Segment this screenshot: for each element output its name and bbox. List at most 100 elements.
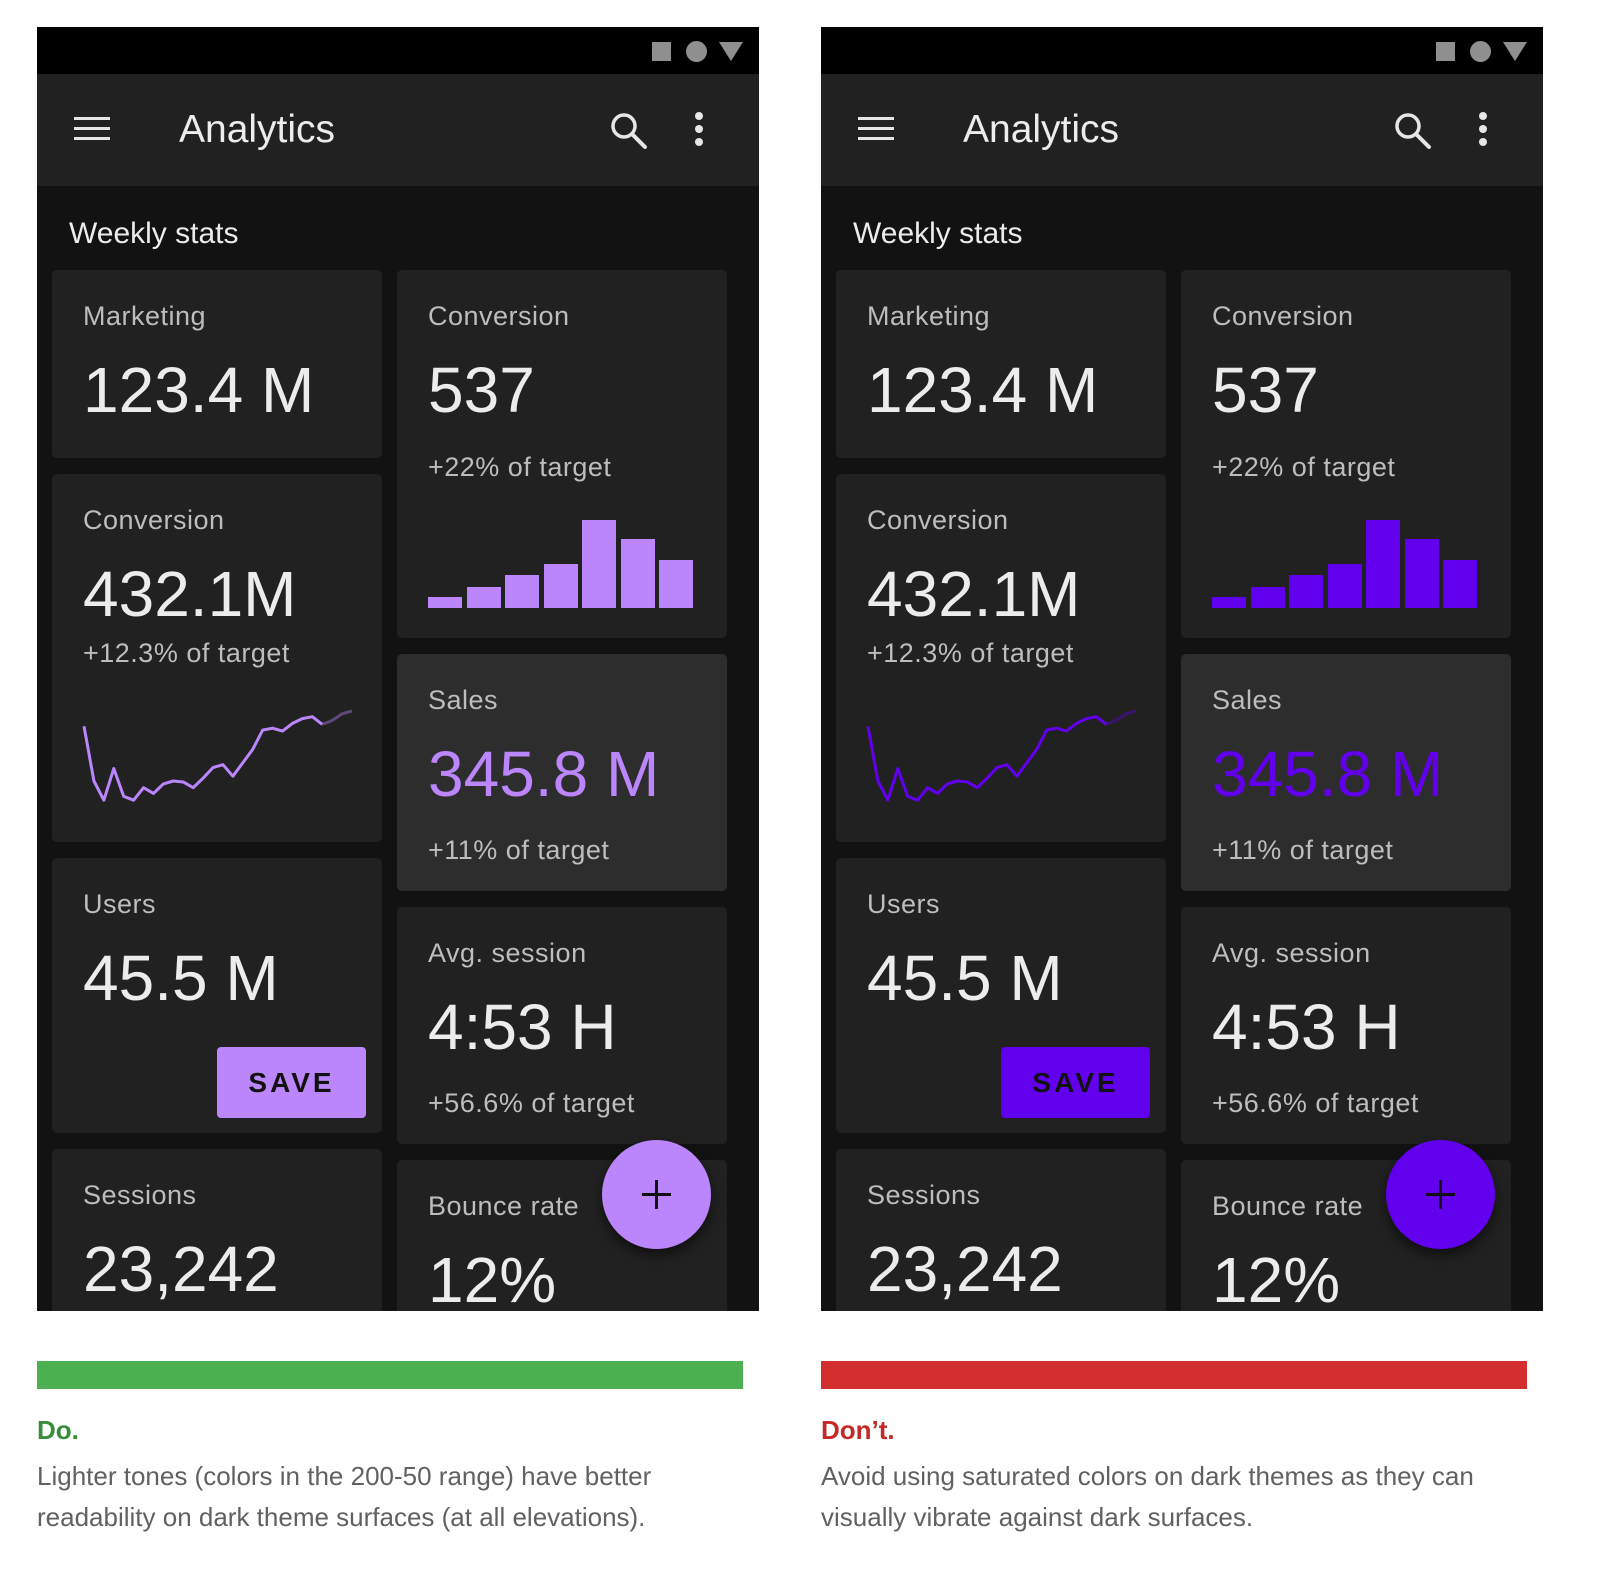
card-label: Marketing xyxy=(83,301,207,331)
card-label: Bounce rate xyxy=(428,1191,580,1221)
status-bar xyxy=(821,27,1543,74)
users-card[interactable]: Users 45.5 M SAVE xyxy=(52,858,382,1133)
conversion-card-small[interactable]: Conversion 537 +22% of target xyxy=(397,270,727,638)
mini-bar xyxy=(1289,575,1323,608)
card-value: 12% xyxy=(1212,1244,1341,1311)
card-label: Sales xyxy=(1212,685,1283,715)
mini-bar xyxy=(428,596,462,608)
recents-icon xyxy=(652,42,671,61)
users-card[interactable]: Users 45.5 M SAVE xyxy=(836,858,1166,1133)
card-value: 4:53 H xyxy=(1212,991,1401,1063)
do-example-phone: Analytics Weekly stats Marketing 123.4 M… xyxy=(37,27,759,1311)
do-indicator-bar xyxy=(37,1361,743,1389)
card-label: Users xyxy=(867,889,941,919)
mini-bar xyxy=(543,564,578,608)
sales-card[interactable]: Sales 345.8 M +11% of target xyxy=(1181,654,1511,891)
card-subtext: +22% of target xyxy=(428,452,612,482)
card-label: Sessions xyxy=(867,1180,981,1210)
card-value: 23,242 xyxy=(867,1233,1063,1305)
dont-indicator-bar xyxy=(821,1361,1527,1389)
card-value: 345.8 M xyxy=(428,738,660,810)
card-subtext: +11% of target xyxy=(428,835,610,865)
more-vert-icon[interactable] xyxy=(693,111,705,149)
conversion-card-small[interactable]: Conversion 537 +22% of target xyxy=(1181,270,1511,638)
card-label: Sales xyxy=(428,685,499,715)
avg-session-card[interactable]: Avg. session 4:53 H +56.6% of target xyxy=(1181,907,1511,1144)
back-icon xyxy=(1503,42,1527,61)
card-label: Conversion xyxy=(867,505,1009,535)
mini-bar xyxy=(1250,586,1285,608)
status-bar xyxy=(37,27,759,74)
card-value: 432.1M xyxy=(867,558,1081,630)
card-label: Conversion xyxy=(428,301,570,331)
card-label: Avg. session xyxy=(428,938,587,968)
search-icon[interactable] xyxy=(609,111,649,151)
avg-session-card[interactable]: Avg. session 4:53 H +56.6% of target xyxy=(397,907,727,1144)
card-label: Marketing xyxy=(867,301,991,331)
card-value: 345.8 M xyxy=(1212,738,1444,810)
card-label: Sessions xyxy=(83,1180,197,1210)
marketing-card[interactable]: Marketing 123.4 M xyxy=(836,270,1166,458)
card-subtext: +22% of target xyxy=(1212,452,1396,482)
card-value: 537 xyxy=(428,354,535,426)
menu-icon[interactable] xyxy=(858,116,894,142)
card-value: 123.4 M xyxy=(83,354,315,426)
card-value: 12% xyxy=(428,1244,557,1311)
top-app-bar: Analytics xyxy=(37,74,759,186)
back-icon xyxy=(719,42,743,61)
mini-bar xyxy=(620,539,655,608)
card-label: Bounce rate xyxy=(1212,1191,1364,1221)
mini-bar xyxy=(466,586,501,608)
card-label: Conversion xyxy=(1212,301,1354,331)
sparkline-chart xyxy=(82,709,353,802)
app-title: Analytics xyxy=(179,108,336,151)
mini-bar-chart xyxy=(428,518,694,608)
add-fab[interactable] xyxy=(1386,1140,1495,1249)
card-label: Avg. session xyxy=(1212,938,1371,968)
do-description: Lighter tones (colors in the 200-50 rang… xyxy=(37,1461,652,1532)
mini-bar xyxy=(1212,596,1246,608)
home-icon xyxy=(686,41,707,62)
card-value: 432.1M xyxy=(83,558,297,630)
card-value: 4:53 H xyxy=(428,991,617,1063)
dont-example-phone: Analytics Weekly stats Marketing 123.4 M… xyxy=(821,27,1543,1311)
more-vert-icon[interactable] xyxy=(1477,111,1489,149)
sparkline-chart xyxy=(866,709,1137,802)
mini-bar xyxy=(1366,520,1400,608)
marketing-card[interactable]: Marketing 123.4 M xyxy=(52,270,382,458)
section-title: Weekly stats xyxy=(69,217,239,250)
home-icon xyxy=(1470,41,1491,62)
card-label: Users xyxy=(83,889,157,919)
sparkline-tail xyxy=(321,709,353,726)
card-subtext: +56.6% of target xyxy=(1212,1088,1419,1118)
sessions-card[interactable]: Sessions 23,242 xyxy=(52,1149,382,1311)
conversion-card-large[interactable]: Conversion 432.1M +12.3% of target xyxy=(52,474,382,842)
save-button[interactable]: SAVE xyxy=(1001,1047,1150,1118)
card-value: 123.4 M xyxy=(867,354,1099,426)
card-value: 45.5 M xyxy=(867,942,1063,1014)
recents-icon xyxy=(1436,42,1455,61)
add-fab[interactable] xyxy=(602,1140,711,1249)
search-icon[interactable] xyxy=(1393,111,1433,151)
sparkline-tail xyxy=(1105,709,1137,726)
card-label: Conversion xyxy=(83,505,225,535)
mini-bar xyxy=(1327,564,1362,608)
sales-card[interactable]: Sales 345.8 M +11% of target xyxy=(397,654,727,891)
conversion-card-large[interactable]: Conversion 432.1M +12.3% of target xyxy=(836,474,1166,842)
sparkline-line xyxy=(866,715,1108,802)
sparkline-line xyxy=(82,715,324,802)
dont-title: Don’t. xyxy=(821,1415,895,1445)
save-button[interactable]: SAVE xyxy=(217,1047,366,1118)
card-value: 45.5 M xyxy=(83,942,279,1014)
mini-bar xyxy=(1443,559,1477,608)
menu-icon[interactable] xyxy=(74,116,110,142)
mini-bar xyxy=(1404,539,1439,608)
card-subtext: +11% of target xyxy=(1212,835,1394,865)
dont-description: Avoid using saturated colors on dark the… xyxy=(821,1461,1474,1532)
card-subtext: +56.6% of target xyxy=(428,1088,635,1118)
card-value: 537 xyxy=(1212,354,1319,426)
card-subtext: +12.3% of target xyxy=(83,638,290,668)
top-app-bar: Analytics xyxy=(821,74,1543,186)
app-title: Analytics xyxy=(963,108,1120,151)
sessions-card[interactable]: Sessions 23,242 xyxy=(836,1149,1166,1311)
